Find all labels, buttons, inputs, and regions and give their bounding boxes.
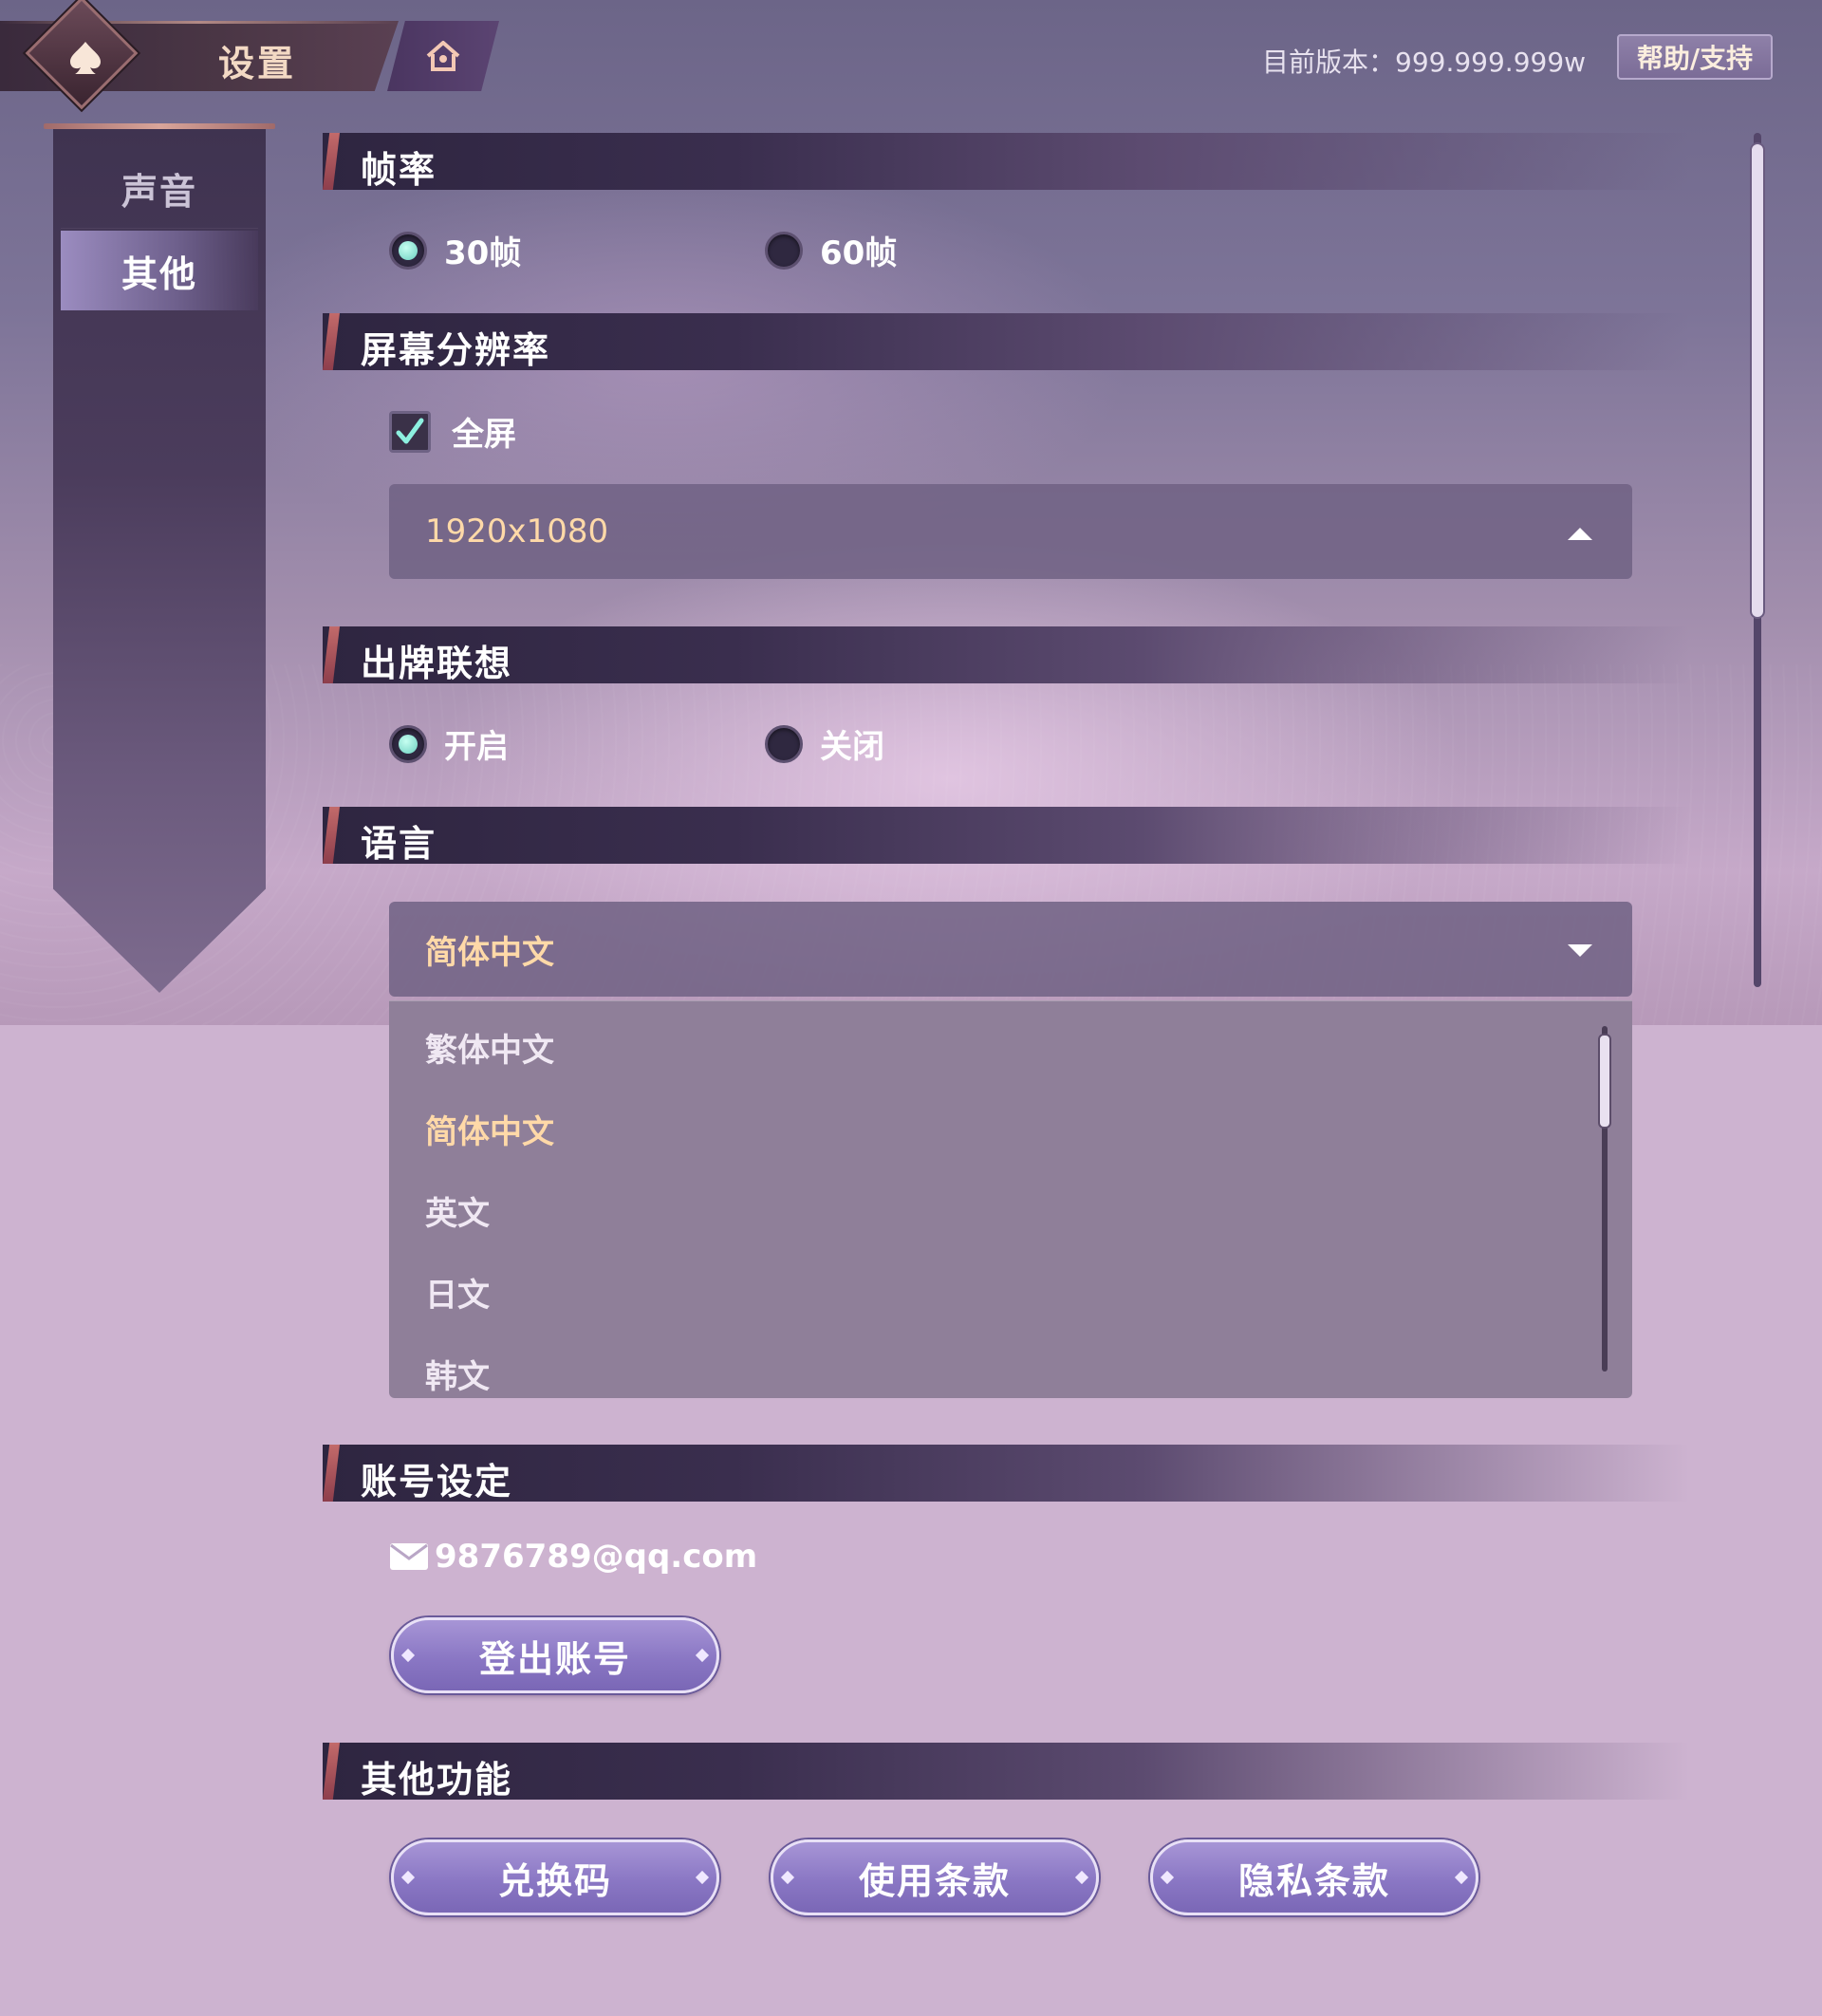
section-header-language: 语言 [323, 807, 1689, 865]
ornament-icon [400, 1870, 416, 1885]
banner-rod [44, 123, 275, 129]
main-scrollbar-thumb[interactable] [1750, 142, 1765, 619]
dropdown-value: 1920x1080 [425, 513, 609, 551]
radio-30fps[interactable]: 30帧 [389, 227, 521, 273]
language-dropdown[interactable]: 简体中文 [389, 902, 1632, 997]
section-title: 账号设定 [361, 1461, 513, 1503]
language-option[interactable]: 繁体中文 [425, 1024, 554, 1071]
radio-suggest-on[interactable]: 开启 [389, 720, 509, 767]
language-options-list[interactable]: 繁体中文 简体中文 英文 日文 韩文 [389, 1000, 1632, 1398]
checkbox-box [389, 410, 431, 453]
section-title: 帧率 [361, 149, 437, 191]
radio-indicator [389, 231, 427, 270]
section-title: 出牌联想 [361, 643, 513, 684]
section-header-frame-rate: 帧率 [323, 133, 1689, 191]
radio-60fps[interactable]: 60帧 [765, 227, 897, 273]
ornament-icon [1454, 1870, 1469, 1885]
version-text: 目前版本：999.999.999w [1262, 47, 1587, 78]
email-text: 9876789@qq.com [435, 1538, 758, 1576]
mail-icon [389, 1542, 429, 1571]
radio-label: 关闭 [820, 728, 884, 766]
fullscreen-checkbox[interactable]: 全屏 [389, 408, 516, 455]
ornament-icon [695, 1648, 710, 1663]
chevron-down-icon [1566, 930, 1594, 968]
ornament-icon [400, 1648, 416, 1663]
radio-label: 开启 [444, 728, 509, 766]
checkbox-label: 全屏 [452, 416, 516, 454]
section-title: 其他功能 [361, 1759, 513, 1801]
section-header-card-suggest: 出牌联想 [323, 626, 1689, 684]
section-header-resolution: 屏幕分辨率 [323, 313, 1689, 371]
radio-indicator [765, 231, 803, 270]
page-title: 设置 [218, 43, 297, 84]
resolution-dropdown[interactable]: 1920x1080 [389, 484, 1632, 579]
spade-logo-icon [57, 30, 114, 84]
button-label: 登出账号 [478, 1637, 631, 1680]
ornament-icon [695, 1870, 710, 1885]
language-option[interactable]: 韩文 [425, 1351, 490, 1397]
language-option[interactable]: 简体中文 [425, 1106, 554, 1152]
privacy-policy-button[interactable]: 隐私条款 [1150, 1839, 1478, 1915]
logout-button[interactable]: 登出账号 [391, 1617, 719, 1693]
section-header-other: 其他功能 [323, 1743, 1689, 1801]
home-icon [426, 41, 460, 71]
radio-indicator [389, 724, 427, 763]
sidebar-item-other[interactable]: 其他 [61, 231, 258, 310]
checkmark-icon [396, 418, 424, 443]
list-scrollbar-thumb[interactable] [1598, 1034, 1611, 1129]
radio-label: 30帧 [444, 234, 522, 272]
help-support-button[interactable]: 帮助/支持 [1617, 34, 1773, 80]
button-label: 隐私条款 [1237, 1859, 1390, 1902]
button-label: 使用条款 [858, 1859, 1011, 1902]
section-title: 屏幕分辨率 [361, 329, 551, 371]
radio-suggest-off[interactable]: 关闭 [765, 720, 884, 767]
section-title: 语言 [361, 823, 437, 865]
language-option[interactable]: 日文 [425, 1269, 490, 1316]
redeem-code-button[interactable]: 兑换码 [391, 1839, 719, 1915]
account-email: 9876789@qq.com [389, 1538, 757, 1576]
ornament-icon [1160, 1870, 1175, 1885]
sidebar-item-sound[interactable]: 声音 [61, 148, 258, 229]
chevron-up-icon [1566, 513, 1594, 551]
home-button[interactable] [387, 21, 499, 91]
terms-of-use-button[interactable]: 使用条款 [771, 1839, 1099, 1915]
button-label: 兑换码 [497, 1859, 612, 1902]
dropdown-value: 简体中文 [425, 933, 554, 972]
ornament-icon [1074, 1870, 1089, 1885]
language-option[interactable]: 英文 [425, 1187, 490, 1234]
radio-label: 60帧 [820, 234, 898, 272]
radio-indicator [765, 724, 803, 763]
section-header-account: 账号设定 [323, 1445, 1689, 1503]
ornament-icon [780, 1870, 795, 1885]
